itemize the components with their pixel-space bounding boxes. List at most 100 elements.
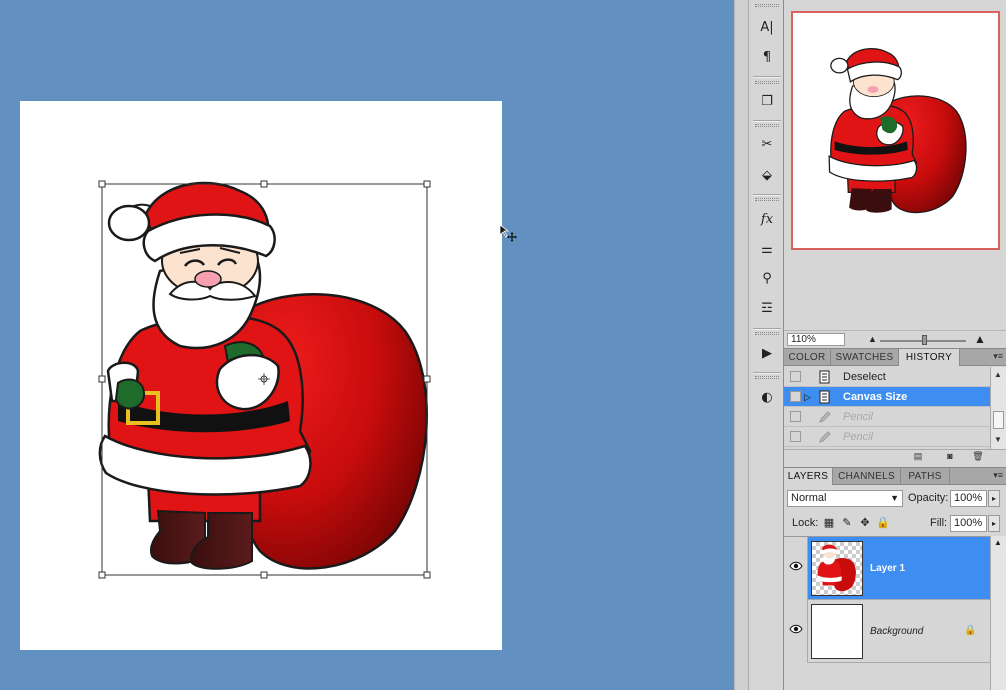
blend-mode-value: Normal — [791, 492, 827, 504]
separator — [753, 194, 781, 196]
tab-color[interactable]: COLOR — [784, 349, 831, 366]
history-item[interactable]: Deselect — [784, 367, 990, 387]
tab-channels[interactable]: CHANNELS — [833, 468, 901, 485]
history-state-marker-icon: ▷ — [804, 392, 811, 402]
layer-row-layer-1[interactable]: Layer 1 — [784, 537, 990, 600]
3d-icon[interactable]: ⬙ — [755, 164, 779, 186]
layer-name[interactable]: Background — [870, 626, 923, 637]
scroll-up-icon[interactable]: ▲ — [994, 538, 1002, 547]
separator — [753, 76, 781, 78]
document-canvas[interactable] — [20, 101, 502, 650]
chevron-down-icon: ▼ — [890, 493, 899, 503]
grip[interactable] — [755, 332, 779, 335]
snapshot-checkbox[interactable] — [790, 431, 801, 442]
layer-thumbnail — [811, 604, 863, 659]
clone-source-icon[interactable]: ❐ — [755, 90, 779, 112]
brushes-icon[interactable]: ⚲ — [755, 267, 779, 289]
zoom-slider-thumb[interactable] — [922, 335, 927, 345]
opacity-label: Opacity: — [908, 492, 949, 504]
lock-icon: 🔒 — [964, 625, 977, 636]
new-snapshot-icon[interactable]: ◙ — [944, 451, 956, 462]
layer-thumbnail-image — [817, 544, 856, 592]
pencil-icon — [819, 411, 831, 423]
visibility-toggle[interactable] — [784, 537, 808, 600]
opacity-slider-toggle[interactable]: ▸ — [988, 490, 1000, 507]
grip[interactable] — [755, 198, 779, 201]
canvas-workspace[interactable] — [0, 0, 734, 690]
opacity-input[interactable]: 100% — [950, 490, 987, 507]
visibility-toggle[interactable] — [784, 600, 808, 663]
layer-row-background[interactable]: Background 🔒 — [784, 600, 990, 663]
layers-options: Normal ▼ Opacity: 100% ▸ Lock: ▦ ✎ ✥ 🔒 F… — [784, 486, 1006, 536]
styles-icon[interactable]: fx — [755, 208, 779, 230]
layers-scrollbar[interactable]: ▲ — [990, 536, 1006, 690]
document-icon — [819, 390, 830, 404]
layer-name[interactable]: Layer 1 — [870, 563, 905, 574]
tool-presets-icon[interactable]: ✂ — [755, 133, 779, 155]
character-icon[interactable]: A| — [755, 16, 779, 38]
mask-icon[interactable]: ◐ — [755, 386, 779, 408]
move-cursor-icon — [499, 224, 517, 242]
history-item-label: Pencil — [843, 411, 873, 423]
grip[interactable] — [755, 81, 779, 84]
scroll-down-icon[interactable]: ▼ — [994, 435, 1002, 444]
panel-icon-bar: A| ¶ ❐ ✂ ⬙ fx ⚌ ⚲ ☲ ▶ ◐ — [748, 0, 784, 690]
lock-transparent-pixels-icon[interactable]: ▦ — [822, 516, 836, 530]
panel-menu-icon[interactable]: ▾≡ — [993, 470, 1003, 481]
grip[interactable] — [755, 4, 779, 7]
history-scrollbar[interactable]: ▲ ▼ — [990, 367, 1006, 449]
history-item-label: Canvas Size — [843, 391, 908, 403]
history-tab-bar: COLOR SWATCHES HISTORY ▾≡ — [784, 348, 1006, 366]
lock-label: Lock: — [792, 517, 819, 529]
fill-slider-toggle[interactable]: ▸ — [988, 515, 1000, 532]
fill-input[interactable]: 100% — [950, 515, 987, 532]
eye-icon — [789, 624, 803, 634]
masks-icon[interactable]: ☲ — [755, 297, 779, 319]
history-item-label: Deselect — [843, 371, 886, 383]
snapshot-checkbox[interactable] — [790, 391, 801, 402]
history-item[interactable]: Pencil — [784, 407, 990, 427]
tab-swatches[interactable]: SWATCHES — [831, 349, 899, 366]
zoom-level-field[interactable]: 110% — [787, 333, 845, 346]
blend-mode-select[interactable]: Normal ▼ — [787, 490, 903, 507]
fill-label: Fill: — [930, 517, 948, 529]
history-item[interactable]: Pencil — [784, 427, 990, 447]
lock-position-icon[interactable]: ✥ — [858, 516, 872, 530]
zoom-out-icon[interactable]: ▲ — [868, 334, 877, 344]
adjustments-icon[interactable]: ⚌ — [755, 238, 779, 260]
new-document-from-state-icon[interactable]: ▤ — [912, 451, 924, 462]
history-footer: ▤ ◙ 🗑 — [784, 449, 1006, 463]
snapshot-checkbox[interactable] — [790, 411, 801, 422]
navigator-preview-image — [828, 48, 967, 214]
navigator-panel — [784, 0, 1006, 330]
santa-artwork — [98, 180, 431, 579]
tab-paths[interactable]: PATHS — [901, 468, 950, 485]
grip[interactable] — [755, 124, 779, 127]
separator — [753, 328, 781, 330]
navigator-thumbnail[interactable] — [791, 11, 1000, 250]
trash-icon[interactable]: 🗑 — [972, 451, 984, 462]
lock-all-icon[interactable]: 🔒 — [876, 516, 890, 530]
layers-list: Layer 1 Background 🔒 — [784, 536, 1006, 690]
history-list: Deselect ▷ Canvas Size Pencil Pencil — [784, 367, 1006, 449]
right-panels: 110% ▲ ▲ COLOR SWATCHES HISTORY ▾≡ Desel… — [784, 0, 1006, 690]
actions-icon[interactable]: ▶ — [755, 342, 779, 364]
lock-image-pixels-icon[interactable]: ✎ — [840, 516, 854, 530]
pencil-icon — [819, 431, 831, 443]
zoom-in-icon[interactable]: ▲ — [974, 332, 986, 346]
layer-thumbnail — [811, 541, 863, 596]
history-item[interactable]: ▷ Canvas Size — [784, 387, 990, 407]
tab-layers[interactable]: LAYERS — [784, 468, 833, 485]
navigator-zoom-bar: 110% ▲ ▲ — [784, 330, 1006, 347]
scrollbar-thumb[interactable] — [993, 411, 1004, 429]
tab-history[interactable]: HISTORY — [899, 349, 960, 366]
paragraph-icon[interactable]: ¶ — [755, 46, 779, 68]
panel-menu-icon[interactable]: ▾≡ — [993, 351, 1003, 362]
grip[interactable] — [755, 376, 779, 379]
document-icon — [819, 370, 830, 384]
snapshot-checkbox[interactable] — [790, 371, 801, 382]
layers-tab-bar: LAYERS CHANNELS PATHS ▾≡ — [784, 467, 1006, 485]
separator — [753, 372, 781, 374]
scroll-up-icon[interactable]: ▲ — [994, 370, 1002, 379]
panel-gap — [734, 0, 748, 690]
